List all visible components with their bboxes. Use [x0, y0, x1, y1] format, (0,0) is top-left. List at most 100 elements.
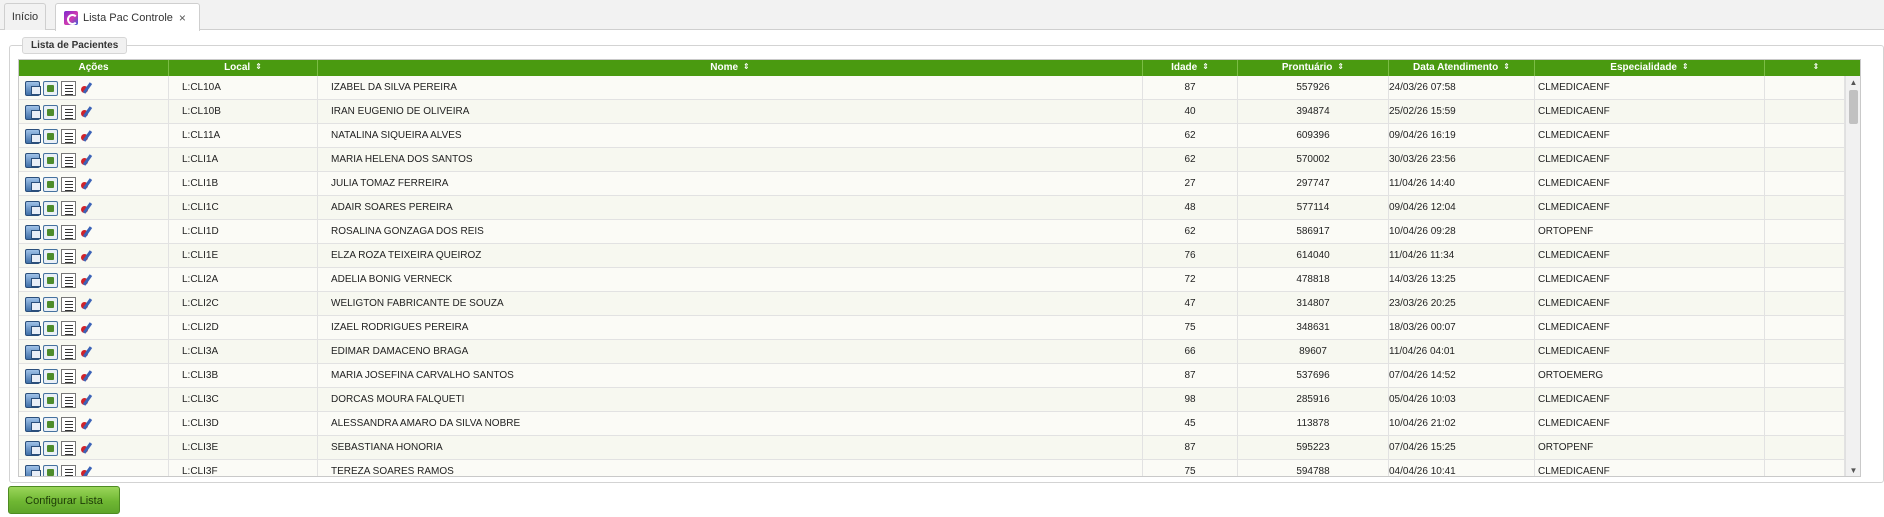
table-row[interactable]: L:CLI1D ROSALINA GONZAGA DOS REIS 62 586917…	[19, 220, 1860, 244]
list-icon[interactable]	[61, 248, 76, 264]
col-nome[interactable]: Nome ⇕	[318, 60, 1143, 76]
table-row[interactable]: L:CLI3A EDIMAR DAMACENO BRAGA 66 89607 11/04…	[19, 340, 1860, 364]
document-icon[interactable]	[43, 296, 58, 312]
document-icon[interactable]	[43, 392, 58, 408]
scroll-down-icon[interactable]: ▼	[1846, 464, 1860, 476]
scroll-up-icon[interactable]: ▲	[1846, 76, 1860, 90]
window-view-icon[interactable]	[25, 296, 41, 312]
document-icon[interactable]	[43, 320, 58, 336]
document-icon[interactable]	[43, 368, 58, 384]
window-view-icon[interactable]	[25, 104, 41, 120]
sort-icon[interactable]: ⇕	[1337, 63, 1344, 71]
table-row[interactable]: L:CLI3E SEBASTIANA HONORIA 87 595223 07/04/2…	[19, 436, 1860, 460]
stethoscope-icon[interactable]	[79, 201, 94, 216]
col-data-atendimento[interactable]: Data Atendimento ⇕	[1389, 60, 1535, 76]
list-icon[interactable]	[61, 200, 76, 216]
list-icon[interactable]	[61, 392, 76, 408]
list-icon[interactable]	[61, 128, 76, 144]
close-icon[interactable]: ×	[179, 11, 186, 25]
stethoscope-icon[interactable]	[79, 153, 94, 168]
table-row[interactable]: L:CLI3F TEREZA SOARES RAMOS 75 594788 04/04/…	[19, 460, 1860, 476]
list-icon[interactable]	[61, 104, 76, 120]
document-icon[interactable]	[43, 200, 58, 216]
window-view-icon[interactable]	[25, 344, 41, 360]
table-row[interactable]: L:CL11A NATALINA SIQUEIRA ALVES 62 609396 09…	[19, 124, 1860, 148]
stethoscope-icon[interactable]	[79, 81, 94, 96]
sort-icon[interactable]: ⇕	[255, 63, 262, 71]
sort-icon[interactable]: ⇕	[743, 63, 750, 71]
document-icon[interactable]	[43, 464, 58, 476]
window-view-icon[interactable]	[25, 320, 41, 336]
document-icon[interactable]	[43, 128, 58, 144]
list-icon[interactable]	[61, 152, 76, 168]
stethoscope-icon[interactable]	[79, 177, 94, 192]
document-icon[interactable]	[43, 224, 58, 240]
sort-icon[interactable]: ⇕	[1682, 63, 1689, 71]
document-icon[interactable]	[43, 344, 58, 360]
document-icon[interactable]	[43, 440, 58, 456]
col-especialidade[interactable]: Especialidade ⇕	[1535, 60, 1765, 76]
window-view-icon[interactable]	[25, 80, 41, 96]
document-icon[interactable]	[43, 248, 58, 264]
table-row[interactable]: L:CL10A IZABEL DA SILVA PEREIRA 87 557926 24…	[19, 76, 1860, 100]
stethoscope-icon[interactable]	[79, 321, 94, 336]
window-view-icon[interactable]	[25, 416, 41, 432]
table-row[interactable]: L:CL10B IRAN EUGENIO DE OLIVEIRA 40 394874 2…	[19, 100, 1860, 124]
configurar-lista-button[interactable]: Configurar Lista	[8, 486, 120, 514]
window-view-icon[interactable]	[25, 176, 41, 192]
window-view-icon[interactable]	[25, 200, 41, 216]
stethoscope-icon[interactable]	[79, 417, 94, 432]
document-icon[interactable]	[43, 416, 58, 432]
table-row[interactable]: L:CLI1E ELZA ROZA TEIXEIRA QUEIROZ 76 61404…	[19, 244, 1860, 268]
list-icon[interactable]	[61, 176, 76, 192]
list-icon[interactable]	[61, 344, 76, 360]
col-extra[interactable]: ⇕	[1765, 60, 1860, 76]
table-row[interactable]: L:CLI2D IZAEL RODRIGUES PEREIRA 75 348631 18…	[19, 316, 1860, 340]
window-view-icon[interactable]	[25, 368, 41, 384]
window-view-icon[interactable]	[25, 224, 41, 240]
table-row[interactable]: L:CLI3B MARIA JOSEFINA CARVALHO SANTOS 87 5…	[19, 364, 1860, 388]
col-prontuario[interactable]: Prontuário ⇕	[1238, 60, 1389, 76]
window-view-icon[interactable]	[25, 464, 41, 476]
stethoscope-icon[interactable]	[79, 225, 94, 240]
tab-inicio[interactable]: Início	[4, 3, 46, 30]
list-icon[interactable]	[61, 320, 76, 336]
stethoscope-icon[interactable]	[79, 129, 94, 144]
window-view-icon[interactable]	[25, 392, 41, 408]
document-icon[interactable]	[43, 80, 58, 96]
sort-icon[interactable]: ⇕	[1503, 63, 1510, 71]
sort-icon[interactable]: ⇕	[1813, 63, 1820, 71]
window-view-icon[interactable]	[25, 152, 41, 168]
document-icon[interactable]	[43, 176, 58, 192]
document-icon[interactable]	[43, 272, 58, 288]
stethoscope-icon[interactable]	[79, 441, 94, 456]
list-icon[interactable]	[61, 416, 76, 432]
stethoscope-icon[interactable]	[79, 105, 94, 120]
stethoscope-icon[interactable]	[79, 345, 94, 360]
table-row[interactable]: L:CLI1B JULIA TOMAZ FERREIRA 27 297747 11/04…	[19, 172, 1860, 196]
window-view-icon[interactable]	[25, 248, 41, 264]
list-icon[interactable]	[61, 440, 76, 456]
stethoscope-icon[interactable]	[79, 369, 94, 384]
window-view-icon[interactable]	[25, 272, 41, 288]
scroll-thumb[interactable]	[1849, 90, 1858, 124]
stethoscope-icon[interactable]	[79, 273, 94, 288]
document-icon[interactable]	[43, 104, 58, 120]
window-view-icon[interactable]	[25, 128, 41, 144]
table-row[interactable]: L:CLI2A ADELIA BONIG VERNECK 72 478818 14/03…	[19, 268, 1860, 292]
tab-lista-pac-controle[interactable]: Lista Pac Controle ×	[55, 3, 200, 31]
stethoscope-icon[interactable]	[79, 393, 94, 408]
table-row[interactable]: L:CLI3D ALESSANDRA AMARO DA SILVA NOBRE 45…	[19, 412, 1860, 436]
list-icon[interactable]	[61, 224, 76, 240]
list-icon[interactable]	[61, 296, 76, 312]
table-row[interactable]: L:CLI1C ADAIR SOARES PEREIRA 48 577114 09/04…	[19, 196, 1860, 220]
table-row[interactable]: L:CLI2C WELIGTON FABRICANTE DE SOUZA 47 314…	[19, 292, 1860, 316]
vertical-scrollbar[interactable]: ▲ ▼	[1845, 76, 1860, 476]
table-row[interactable]: L:CLI1A MARIA HELENA DOS SANTOS 62 570002 30…	[19, 148, 1860, 172]
col-idade[interactable]: Idade ⇕	[1143, 60, 1238, 76]
list-icon[interactable]	[61, 80, 76, 96]
window-view-icon[interactable]	[25, 440, 41, 456]
table-row[interactable]: L:CLI3C DORCAS MOURA FALQUETI 98 285916 05/0…	[19, 388, 1860, 412]
stethoscope-icon[interactable]	[79, 249, 94, 264]
stethoscope-icon[interactable]	[79, 297, 94, 312]
